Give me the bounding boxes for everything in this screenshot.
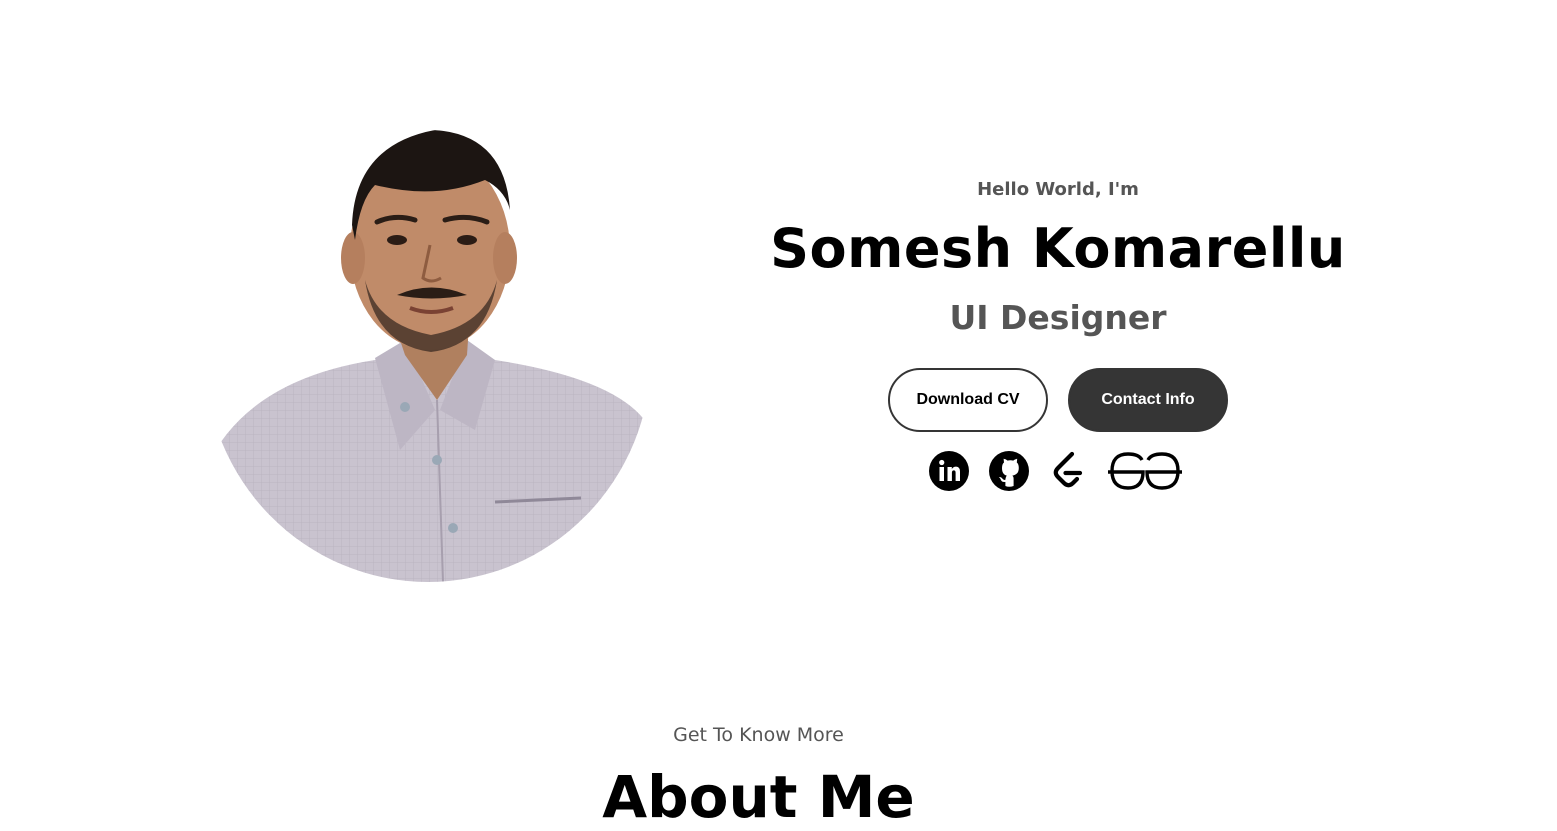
profile-photo bbox=[205, 130, 651, 582]
hero-role: UI Designer bbox=[949, 298, 1167, 337]
linkedin-icon[interactable] bbox=[928, 450, 970, 492]
leetcode-icon[interactable] bbox=[1048, 450, 1088, 492]
about-subtitle: Get To Know More bbox=[673, 724, 844, 746]
social-links bbox=[928, 450, 1184, 492]
github-icon[interactable] bbox=[988, 450, 1030, 492]
hero-name: Somesh Komarellu bbox=[770, 217, 1346, 280]
portfolio-page: Hello World, I'm Somesh Komarellu UI Des… bbox=[0, 0, 1557, 831]
contact-info-button[interactable]: Contact Info bbox=[1068, 368, 1228, 432]
download-cv-button[interactable]: Download CV bbox=[888, 368, 1048, 432]
greeting-text: Hello World, I'm bbox=[977, 179, 1139, 200]
hero-buttons: Download CV Contact Info bbox=[888, 368, 1228, 432]
geeksforgeeks-icon[interactable] bbox=[1106, 450, 1184, 492]
about-title: About Me bbox=[602, 763, 915, 831]
hero-text: Hello World, I'm Somesh Komarellu UI Des… bbox=[740, 170, 1376, 348]
